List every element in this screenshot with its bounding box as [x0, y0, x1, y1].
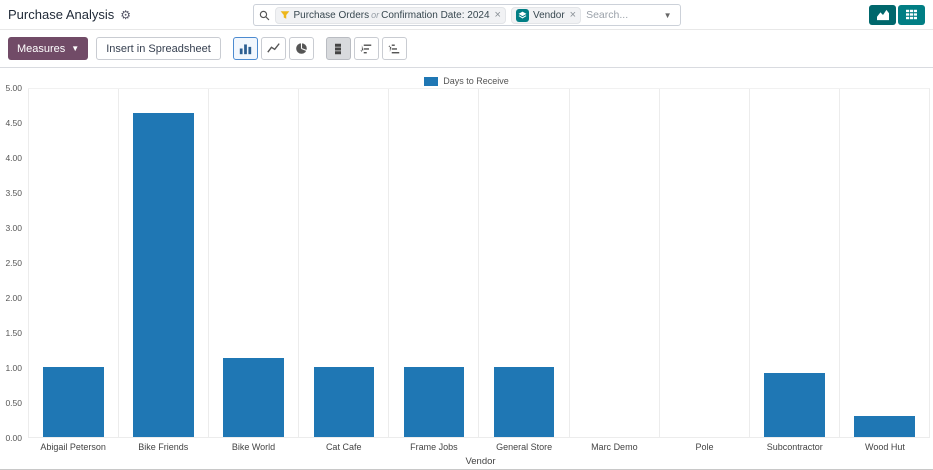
y-tick-label: 1.00: [5, 363, 22, 373]
chart-bar[interactable]: [404, 367, 465, 437]
category-column: [478, 89, 568, 437]
y-axis: 5.004.504.003.503.002.502.001.501.000.50…: [0, 88, 28, 438]
remove-groupby-icon[interactable]: ×: [569, 10, 576, 21]
search-icon: [259, 10, 270, 21]
legend-swatch: [424, 77, 438, 86]
filter-facet-value-2: Confirmation Date: 2024: [381, 10, 489, 21]
search-bar[interactable]: Purchase OrdersorConfirmation Date: 2024…: [253, 4, 681, 26]
y-tick-label: 0.50: [5, 398, 22, 408]
x-axis-label: Marc Demo: [569, 442, 659, 452]
y-tick-label: 3.50: [5, 188, 22, 198]
groupby-facet[interactable]: Vendor ×: [511, 7, 581, 24]
x-axis-label: Pole: [659, 442, 749, 452]
filter-icon: [280, 10, 290, 20]
x-axis-label: Wood Hut: [840, 442, 930, 452]
category-column: [388, 89, 478, 437]
category-column: [749, 89, 839, 437]
y-tick-label: 4.00: [5, 153, 22, 163]
x-axis-label: Abigail Peterson: [28, 442, 118, 452]
category-column: [298, 89, 388, 437]
chart-type-group: [233, 37, 314, 60]
chart-bar[interactable]: [43, 367, 104, 437]
y-tick-label: 0.00: [5, 433, 22, 443]
category-column: [569, 89, 659, 437]
bar-chart-button[interactable]: [233, 37, 258, 60]
plot-area: [28, 88, 930, 438]
x-axis-title: Vendor: [28, 452, 933, 467]
chart-options-group: [326, 37, 407, 60]
measures-button[interactable]: Measures ▼: [8, 37, 88, 60]
insert-in-spreadsheet-button[interactable]: Insert in Spreadsheet: [96, 37, 221, 60]
stacked-toggle-button[interactable]: [326, 37, 351, 60]
top-bar: Purchase Analysis ⚙ Purchase OrdersorCon…: [0, 0, 933, 30]
y-tick-label: 5.00: [5, 83, 22, 93]
remove-filter-icon[interactable]: ×: [494, 10, 501, 21]
y-tick-label: 4.50: [5, 118, 22, 128]
x-axis-label: Bike Friends: [118, 442, 208, 452]
filter-facet[interactable]: Purchase OrdersorConfirmation Date: 2024…: [275, 7, 506, 24]
category-column: [659, 89, 749, 437]
caret-down-icon: ▼: [71, 44, 79, 53]
groupby-facet-value: Vendor: [533, 10, 565, 21]
settings-gear-icon[interactable]: ⚙: [120, 9, 131, 21]
line-chart-button[interactable]: [261, 37, 286, 60]
pie-chart-button[interactable]: [289, 37, 314, 60]
x-axis-label: General Store: [479, 442, 569, 452]
x-axis-label: Cat Cafe: [299, 442, 389, 452]
y-tick-label: 2.00: [5, 293, 22, 303]
chart-bar[interactable]: [133, 113, 194, 437]
search-dropdown-caret-icon[interactable]: ▼: [661, 11, 675, 20]
y-tick-label: 3.00: [5, 223, 22, 233]
category-column: [118, 89, 208, 437]
chart-bar[interactable]: [494, 367, 555, 437]
graph-view-button[interactable]: [869, 5, 896, 25]
chart-bar[interactable]: [764, 373, 825, 437]
category-column: [28, 89, 118, 437]
sort-ascending-button[interactable]: [382, 37, 407, 60]
x-axis-label: Bike World: [208, 442, 298, 452]
search-input[interactable]: [586, 9, 655, 21]
x-axis: Abigail PetersonBike FriendsBike WorldCa…: [28, 442, 930, 452]
chart-legend[interactable]: Days to Receive: [0, 74, 933, 88]
page-title: Purchase Analysis: [8, 7, 114, 22]
chart: Days to Receive 5.00 4.50 4.00 3.50 3.00 2.50…: [0, 68, 933, 467]
sort-descending-button[interactable]: [354, 37, 379, 60]
graph-toolbar: Measures ▼ Insert in Spreadsheet: [0, 30, 933, 68]
category-column: [839, 89, 929, 437]
chart-bar[interactable]: [314, 367, 375, 437]
chart-bar[interactable]: [854, 416, 915, 437]
x-axis-label: Frame Jobs: [389, 442, 479, 452]
x-axis-label: Subcontractor: [750, 442, 840, 452]
y-tick-label: 2.50: [5, 258, 22, 268]
view-switcher: [869, 5, 925, 25]
chart-bar[interactable]: [223, 358, 284, 437]
filter-facet-value-1: Purchase Orders: [294, 10, 370, 21]
facet-separator: or: [369, 10, 381, 20]
category-column: [208, 89, 298, 437]
pivot-view-button[interactable]: [898, 5, 925, 25]
legend-label: Days to Receive: [443, 76, 509, 86]
group-by-icon: [516, 9, 529, 22]
measures-label: Measures: [17, 43, 65, 55]
y-tick-label: 1.50: [5, 328, 22, 338]
